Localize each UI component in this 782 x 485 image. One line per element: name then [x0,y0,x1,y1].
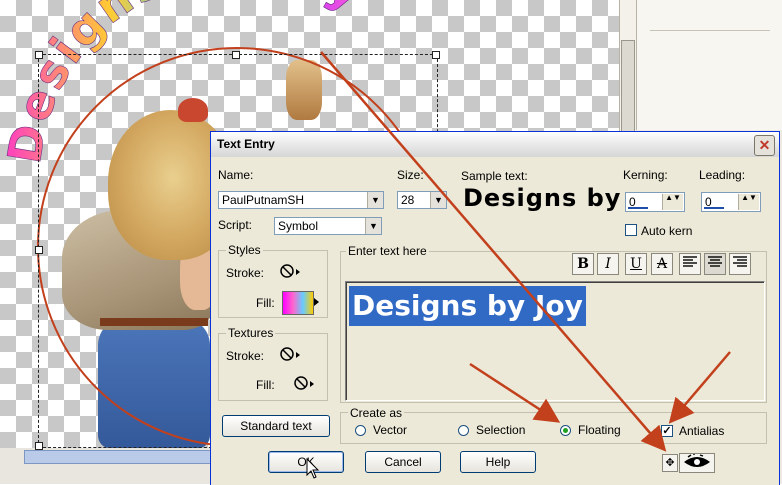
align-center-button[interactable] [704,253,726,275]
styles-title: Styles [226,243,263,257]
selection-handle-n[interactable] [232,51,240,59]
styles-stroke-label: Stroke: [226,266,265,280]
textures-title: Textures [226,326,276,340]
no-texture-icon[interactable] [293,374,315,392]
name-dropdown[interactable]: PaulPutnamSH [218,191,384,209]
side-panel [636,0,782,130]
size-value: 28 [401,193,415,207]
enter-text-label: Enter text here [346,244,429,258]
floating-radio[interactable] [560,425,571,436]
kerning-arrows[interactable]: ▲▼ [662,194,683,210]
gradient-fill-swatch[interactable] [282,291,314,315]
auto-kern-checkbox[interactable] [625,224,637,236]
mouse-cursor-icon [306,458,320,479]
pan-icon[interactable]: ✥ [662,454,678,472]
auto-kern-label: Auto kern [641,224,693,238]
textures-fill-label: Fill: [256,378,275,392]
side-panel-divider [650,30,770,31]
chevron-down-icon[interactable]: ▼ [430,192,446,208]
antialias-checkbox[interactable]: ✓ [661,425,673,437]
name-value: PaulPutnamSH [222,193,305,207]
size-label: Size: [397,168,424,182]
eye-glyph [684,454,710,467]
align-right-icon [733,256,747,267]
bold-button[interactable]: B [572,253,594,275]
align-right-button[interactable] [729,253,751,275]
text-entry-dialog: Text Entry ✕ Name: PaulPutnamSH ▼ Size: … [210,131,780,485]
name-label: Name: [218,168,254,182]
align-left-button[interactable] [679,253,701,275]
leading-arrows[interactable]: ▲▼ [738,194,759,210]
chevron-down-icon[interactable]: ▼ [367,192,383,208]
script-label: Script: [218,218,253,232]
text-entry-area[interactable]: Designs by Joy [345,281,765,401]
standard-text-button[interactable]: Standard text [222,415,330,437]
dialog-title: Text Entry [217,137,275,151]
chevron-down-icon[interactable]: ▼ [365,218,381,234]
align-center-icon [708,256,722,267]
vector-radio[interactable] [355,425,366,436]
dialog-title-bar[interactable]: Text Entry ✕ [211,132,779,157]
kerning-label: Kerning: [623,168,668,182]
floating-label: Floating [578,423,621,437]
selection-radio[interactable] [458,425,469,436]
cancel-button[interactable]: Cancel [365,451,441,473]
no-texture-icon[interactable] [279,345,301,363]
italic-button[interactable]: I [597,253,619,275]
styles-fill-label: Fill: [256,296,275,310]
selection-handle-sw[interactable] [35,442,43,450]
strikethrough-button[interactable]: A [651,253,673,275]
entered-text[interactable]: Designs by Joy [349,286,586,326]
leading-spinner[interactable]: 0 ▲▼ [701,192,761,212]
textures-stroke-label: Stroke: [226,349,265,363]
leading-slider[interactable] [704,207,724,209]
vector-label: Vector [373,423,408,437]
kerning-slider[interactable] [628,207,648,209]
antialias-label: Antialias [679,424,725,438]
chevron-right-icon[interactable] [312,293,322,311]
underline-button[interactable]: U [625,253,647,275]
help-button[interactable]: Help [460,451,536,473]
selection-handle-ne[interactable] [432,51,440,59]
selection-label: Selection [476,423,526,437]
no-style-icon[interactable] [279,262,301,280]
leading-label: Leading: [699,168,746,182]
selection-handle-nw[interactable] [35,51,43,59]
horizontal-scrollbar[interactable] [24,450,216,464]
sample-text-preview: Designs by [463,184,622,212]
eye-icon[interactable] [679,453,715,473]
close-button[interactable]: ✕ [754,135,775,156]
create-as-title: Create as [348,406,405,420]
align-left-icon [683,256,697,267]
kerning-spinner[interactable]: 0 ▲▼ [625,192,685,212]
sample-text-label: Sample text: [461,169,528,183]
selection-handle-w[interactable] [35,246,43,254]
script-value: Symbol [278,219,319,233]
